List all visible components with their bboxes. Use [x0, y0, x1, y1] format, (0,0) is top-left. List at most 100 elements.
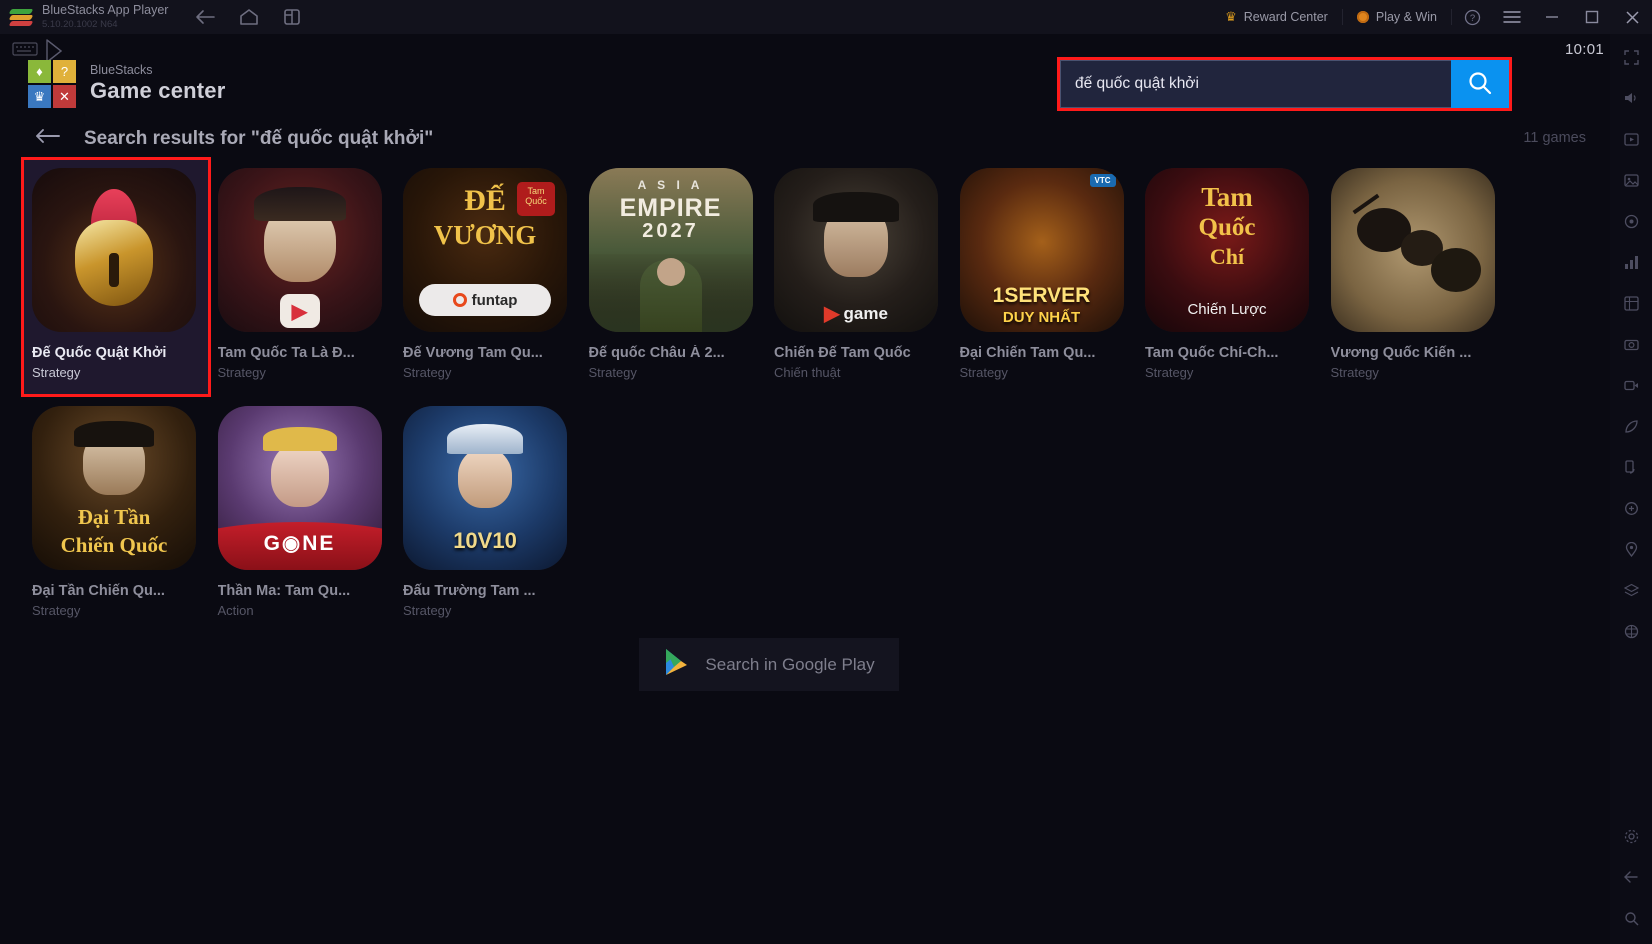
game-card[interactable]: A S I A EMPIRE 2027 Đế quốc Châu Á 2... …	[581, 160, 765, 394]
google-play-label: Search in Google Play	[705, 654, 875, 674]
game-thumbnail: ▶ game	[774, 168, 938, 332]
media-manager-icon[interactable]	[1616, 124, 1646, 154]
home-icon[interactable]	[238, 7, 260, 27]
shake-icon[interactable]	[1616, 493, 1646, 523]
game-genre: Strategy	[403, 603, 452, 618]
google-play-icon	[663, 647, 691, 682]
minimize-icon[interactable]	[1532, 0, 1572, 34]
game-name: Tam Quốc Ta Là Đ...	[217, 345, 355, 361]
pin-icon[interactable]	[1616, 534, 1646, 564]
app-version: 5.10.20.1002 N64	[42, 18, 118, 30]
close-icon[interactable]	[1612, 0, 1652, 34]
game-thumbnail	[1330, 168, 1495, 332]
gallery-icon[interactable]	[1616, 165, 1646, 195]
game-center-title-block: BlueStacks Game center	[90, 62, 226, 105]
game-grid-row-1: Đế Quốc Quật Khởi Strategy ▶ Tam Quốc Ta…	[21, 157, 1507, 397]
game-genre: Strategy	[32, 365, 81, 380]
search-in-google-play-button[interactable]: Search in Google Play	[639, 638, 899, 691]
results-header: Search results for "đế quốc quật khởi"	[34, 126, 433, 151]
macro-icon[interactable]	[1616, 247, 1646, 277]
location-icon[interactable]	[1616, 206, 1646, 236]
hamburger-menu-icon[interactable]	[1492, 0, 1532, 34]
search-button[interactable]	[1451, 60, 1509, 108]
play-and-win-button[interactable]: Play & Win	[1343, 0, 1451, 34]
game-thumbnail: G◉NE	[217, 406, 382, 570]
game-card[interactable]: Tam Quốc Chí Chiến Lược Tam Quốc Chí-Ch.…	[1137, 160, 1321, 394]
game-grid-row-2: Đại Tần Chiến Quốc Đại Tần Chiến Qu... S…	[24, 398, 1504, 632]
clock: 10:01	[1564, 40, 1604, 58]
game-genre: Strategy	[403, 365, 452, 380]
search-icon[interactable]	[1616, 903, 1646, 933]
screenshot-icon[interactable]	[1616, 329, 1646, 359]
game-thumbnail	[32, 168, 196, 332]
game-name: Thần Ma: Tam Qu...	[217, 583, 351, 599]
game-name: Đấu Trường Tam ...	[403, 583, 536, 599]
crown-icon: ♛	[1225, 9, 1237, 24]
game-genre: Strategy	[217, 365, 266, 380]
game-card[interactable]: G◉NE Thần Ma: Tam Qu... Action	[210, 398, 394, 632]
game-card[interactable]: ▶ game Chiến Đế Tam Quốc Chiến thuật	[766, 160, 950, 394]
search-input[interactable]	[1060, 60, 1451, 108]
play-and-win-label: Play & Win	[1375, 10, 1437, 24]
game-genre: Strategy	[32, 603, 81, 618]
rotate-icon[interactable]	[1616, 452, 1646, 482]
game-thumbnail: 10V10	[403, 406, 567, 570]
search-bar-highlight	[1057, 57, 1512, 111]
game-card[interactable]: ▶ Tam Quốc Ta Là Đ... Strategy	[210, 160, 394, 394]
real-time-translate-icon[interactable]	[1616, 616, 1646, 646]
game-thumbnail: Tam Quốc Chí Chiến Lược	[1145, 168, 1309, 332]
game-thumbnail: VTC 1SERVER DUY NHẤT	[959, 168, 1124, 332]
settings-icon[interactable]	[1616, 821, 1646, 851]
page-title: Game center	[90, 78, 226, 104]
layers-icon[interactable]	[1616, 575, 1646, 605]
app-title: BlueStacks App Player	[42, 3, 169, 18]
brand-label: BlueStacks	[90, 62, 153, 77]
reward-center-button[interactable]: ♛ Reward Center	[1211, 0, 1342, 34]
game-name: Đế Quốc Quật Khởi	[32, 345, 167, 361]
game-genre: Action	[217, 603, 254, 618]
back-arrow-icon[interactable]	[34, 126, 62, 151]
results-heading: Search results for "đế quốc quật khởi"	[84, 127, 434, 149]
screen-record-icon[interactable]	[1616, 370, 1646, 400]
back-icon[interactable]	[1616, 862, 1646, 892]
fullscreen-icon[interactable]	[1616, 42, 1646, 72]
bluestacks-logo-icon	[8, 6, 34, 28]
right-sidebar	[1610, 34, 1652, 944]
game-name: Đế Vương Tam Qu...	[403, 345, 543, 361]
window-nav-icons	[194, 7, 302, 27]
game-center-header: ♦? ♛ ✕ BlueStacks Game center	[28, 60, 226, 108]
game-card[interactable]: ĐẾ VƯƠNG Tam Quốc funtap Đế Vương Tam Qu.…	[395, 160, 579, 394]
app-meta: BlueStacks App Player 5.10.20.1002 N64	[42, 4, 168, 29]
game-name: Đại Tần Chiến Qu...	[32, 583, 165, 599]
results-count: 11 games	[1523, 130, 1586, 146]
game-card[interactable]: 10V10 Đấu Trường Tam ... Strategy	[395, 398, 579, 632]
game-name: Tam Quốc Chí-Ch...	[1145, 345, 1279, 361]
svg-text:?: ?	[1469, 13, 1474, 24]
game-thumbnail: ĐẾ VƯƠNG Tam Quốc funtap	[403, 168, 567, 332]
game-card[interactable]: Đế Quốc Quật Khởi Strategy	[21, 157, 211, 397]
multi-instance-icon[interactable]	[282, 7, 302, 27]
game-genre: Strategy	[588, 365, 637, 380]
maximize-icon[interactable]	[1572, 0, 1612, 34]
game-name: Vương Quốc Kiến ...	[1330, 345, 1472, 361]
multi-instance-sync-icon[interactable]	[1616, 288, 1646, 318]
coin-icon	[1356, 11, 1369, 23]
search-icon	[1467, 70, 1493, 99]
title-bar: BlueStacks App Player 5.10.20.1002 N64 ♛…	[0, 0, 1652, 34]
game-name: Đại Chiến Tam Qu...	[959, 345, 1096, 361]
game-card[interactable]: Đại Tần Chiến Quốc Đại Tần Chiến Qu... S…	[24, 398, 208, 632]
game-genre: Strategy	[1330, 365, 1379, 380]
eco-mode-icon[interactable]	[1616, 411, 1646, 441]
game-thumbnail: ▶	[217, 168, 382, 332]
game-genre: Chiến thuật	[774, 365, 841, 380]
game-name: Đế quốc Châu Á 2...	[588, 345, 725, 361]
volume-icon[interactable]	[1616, 83, 1646, 113]
help-icon[interactable]: ?	[1452, 0, 1492, 34]
game-card[interactable]: VTC 1SERVER DUY NHẤT Đại Chiến Tam Qu...…	[952, 160, 1136, 394]
game-genre: Strategy	[1145, 365, 1194, 380]
game-thumbnail: Đại Tần Chiến Quốc	[32, 406, 196, 570]
game-center-logo-icon: ♦? ♛ ✕	[28, 60, 76, 108]
game-thumbnail: A S I A EMPIRE 2027	[588, 168, 753, 332]
back-arrow-icon[interactable]	[194, 8, 216, 26]
game-card[interactable]: Vương Quốc Kiến ... Strategy	[1323, 160, 1507, 394]
